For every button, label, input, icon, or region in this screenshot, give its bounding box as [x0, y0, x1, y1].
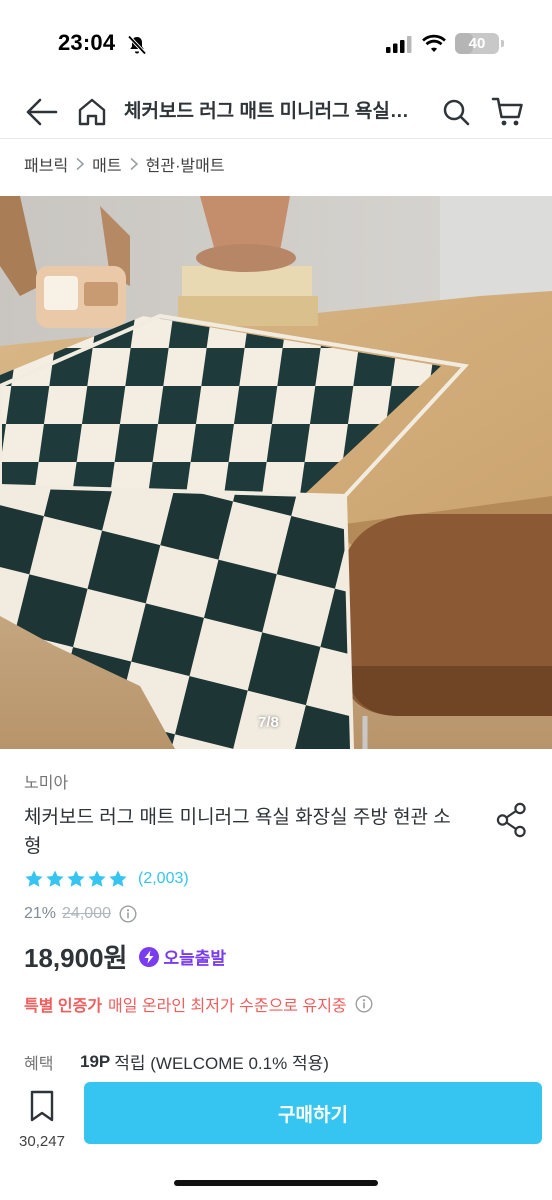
info-icon[interactable] [355, 995, 373, 1013]
cart-button[interactable] [488, 92, 528, 132]
today-shipping-label: 오늘출발 [163, 949, 227, 968]
chevron-right-icon [76, 157, 85, 171]
original-price: 24,000 [62, 905, 111, 922]
buy-button[interactable]: 구매하기 [84, 1082, 542, 1144]
lightning-icon [139, 946, 160, 967]
star-rating [24, 869, 128, 889]
search-button[interactable] [438, 92, 474, 132]
cellular-signal-icon [386, 35, 412, 53]
discount-row: 21% 24,000 [24, 905, 137, 923]
bookmark-count: 30,247 [19, 1133, 65, 1150]
home-icon [78, 98, 106, 126]
search-icon [443, 99, 470, 126]
home-button[interactable] [74, 92, 110, 132]
breadcrumb: 패브릭 매트 현관·발매트 [24, 152, 225, 176]
star-icon [25, 870, 43, 887]
brand-name[interactable]: 노미아 [24, 769, 68, 793]
breadcrumb-item[interactable]: 매트 [92, 152, 121, 176]
breadcrumb-item[interactable]: 패브릭 [24, 152, 68, 176]
nav-divider [0, 138, 552, 139]
cart-icon [491, 97, 523, 126]
product-photo [0, 196, 552, 749]
bookmark-icon [30, 1090, 54, 1122]
info-icon[interactable] [119, 905, 137, 923]
benefit-text: 적립 (WELCOME 0.1% 적용) [114, 1054, 329, 1073]
status-bar: 23:04 40 [0, 0, 552, 84]
promo-row: 특별 인증가 매일 온라인 최저가 수준으로 유지중 [24, 992, 373, 1016]
benefit-row: 혜택 19P 적립 (WELCOME 0.1% 적용) [24, 1049, 329, 1074]
battery-level: 40 [468, 35, 486, 52]
benefit-points: 19P [80, 1051, 111, 1071]
home-indicator [174, 1180, 378, 1186]
battery-nub [501, 40, 504, 47]
product-name: 체커보드 러그 매트 미니러그 욕실 화장실 주방 현관 소형 [24, 807, 451, 857]
wifi-icon [422, 34, 446, 52]
share-icon[interactable] [496, 802, 528, 838]
bookmark-button[interactable]: 30,247 [14, 1090, 70, 1150]
star-icon [88, 870, 106, 887]
promo-title: 특별 인증가 [24, 998, 103, 1015]
chevron-right-icon [130, 157, 138, 171]
rating-row[interactable]: (2,003) [24, 869, 189, 889]
bell-muted-icon [127, 35, 147, 55]
sale-price: 18,900원 [24, 943, 128, 973]
image-counter: 7/8 [258, 714, 279, 731]
today-shipping-badge: 오늘출발 [139, 944, 226, 969]
back-button[interactable] [22, 92, 62, 132]
star-icon [109, 870, 127, 887]
breadcrumb-item[interactable]: 현관·발매트 [146, 152, 225, 176]
page-title: 체커보드 러그 매트 미니러그 욕실… [124, 101, 409, 122]
back-arrow-icon [26, 98, 58, 126]
product-image-carousel[interactable] [0, 196, 552, 749]
star-icon [46, 870, 64, 887]
battery-indicator: 40 [455, 33, 499, 54]
promo-text: 매일 온라인 최저가 수준으로 유지중 [108, 998, 347, 1015]
discount-rate: 21% [24, 905, 57, 922]
price-row: 18,900원 오늘출발 [24, 938, 226, 975]
nav-bar: 체커보드 러그 매트 미니러그 욕실… [0, 84, 552, 138]
star-icon [67, 870, 85, 887]
status-time: 23:04 [58, 30, 116, 55]
benefit-label: 혜택 [24, 1055, 54, 1073]
review-count[interactable]: (2,003) [138, 870, 189, 888]
